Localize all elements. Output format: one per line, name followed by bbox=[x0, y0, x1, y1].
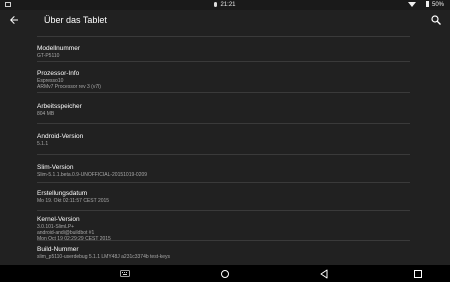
triangle-back-icon[interactable] bbox=[318, 268, 330, 280]
list-item-build-date[interactable]: Erstellungsdatum Mo 19. Okt 02:11:57 CES… bbox=[37, 183, 410, 211]
item-value: 804 MB bbox=[37, 111, 55, 117]
item-value: 3.0.101-SlimLP+ android-andi@buildbot #1… bbox=[37, 224, 111, 242]
navigation-bar bbox=[0, 265, 450, 282]
item-title: Kernel-Version bbox=[37, 216, 80, 223]
item-title: Android-Version bbox=[37, 133, 84, 140]
list-item-memory[interactable]: Arbeitsspeicher 804 MB bbox=[37, 93, 410, 124]
item-title: Build-Nummer bbox=[37, 246, 79, 253]
status-right: 50% bbox=[407, 1, 444, 9]
search-icon[interactable] bbox=[430, 14, 442, 26]
microphone-icon bbox=[214, 2, 218, 7]
item-title: Modellnummer bbox=[37, 45, 80, 52]
list-item-model[interactable]: Modellnummer GT-P5110 bbox=[37, 37, 410, 62]
item-value: slim_p5110-userdebug 5.1.1 LMY48J a231c3… bbox=[37, 254, 171, 260]
item-value: 5.1.1 bbox=[37, 141, 49, 147]
battery-icon bbox=[425, 1, 429, 7]
list-item-kernel-version[interactable]: Kernel-Version 3.0.101-SlimLP+ android-a… bbox=[37, 211, 410, 242]
square-recents-icon[interactable] bbox=[412, 268, 424, 280]
arrow-back-icon[interactable] bbox=[8, 14, 20, 26]
item-title: Slim-Version bbox=[37, 164, 74, 171]
list-item-build-number[interactable]: Build-Nummer slim_p5110-userdebug 5.1.1 … bbox=[37, 241, 410, 265]
circle-home-icon[interactable] bbox=[219, 268, 231, 280]
item-title: Erstellungsdatum bbox=[37, 190, 88, 197]
settings-list: Modellnummer GT-P5110 Prozessor-Info Esp… bbox=[0, 32, 450, 265]
status-bar: 21:21 50% bbox=[0, 0, 450, 10]
wifi-icon bbox=[407, 2, 416, 7]
item-title: Prozessor-Info bbox=[37, 70, 80, 77]
item-value: Mo 19. Okt 02:11:57 CEST 2015 bbox=[37, 198, 110, 204]
item-title: Arbeitsspeicher bbox=[37, 103, 82, 110]
item-value: GT-P5110 bbox=[37, 53, 60, 59]
list-item-android-version[interactable]: Android-Version 5.1.1 bbox=[37, 124, 410, 155]
item-value: Espresso10 ARMv7 Processor rev 3 (v7l) bbox=[37, 78, 101, 90]
keyboard-icon[interactable] bbox=[119, 268, 131, 280]
list-item-processor[interactable]: Prozessor-Info Espresso10 ARMv7 Processo… bbox=[37, 62, 410, 93]
status-time: 21:21 bbox=[0, 1, 450, 9]
item-value: Slim-5.1.1.beta.0.9-UNOFFICIAL-20151019-… bbox=[37, 172, 148, 178]
battery-percent: 50% bbox=[431, 2, 444, 8]
list-item-slim-version[interactable]: Slim-Version Slim-5.1.1.beta.0.9-UNOFFIC… bbox=[37, 155, 410, 183]
toolbar: Über das Tablet bbox=[0, 10, 450, 32]
page-title: Über das Tablet bbox=[44, 15, 107, 25]
